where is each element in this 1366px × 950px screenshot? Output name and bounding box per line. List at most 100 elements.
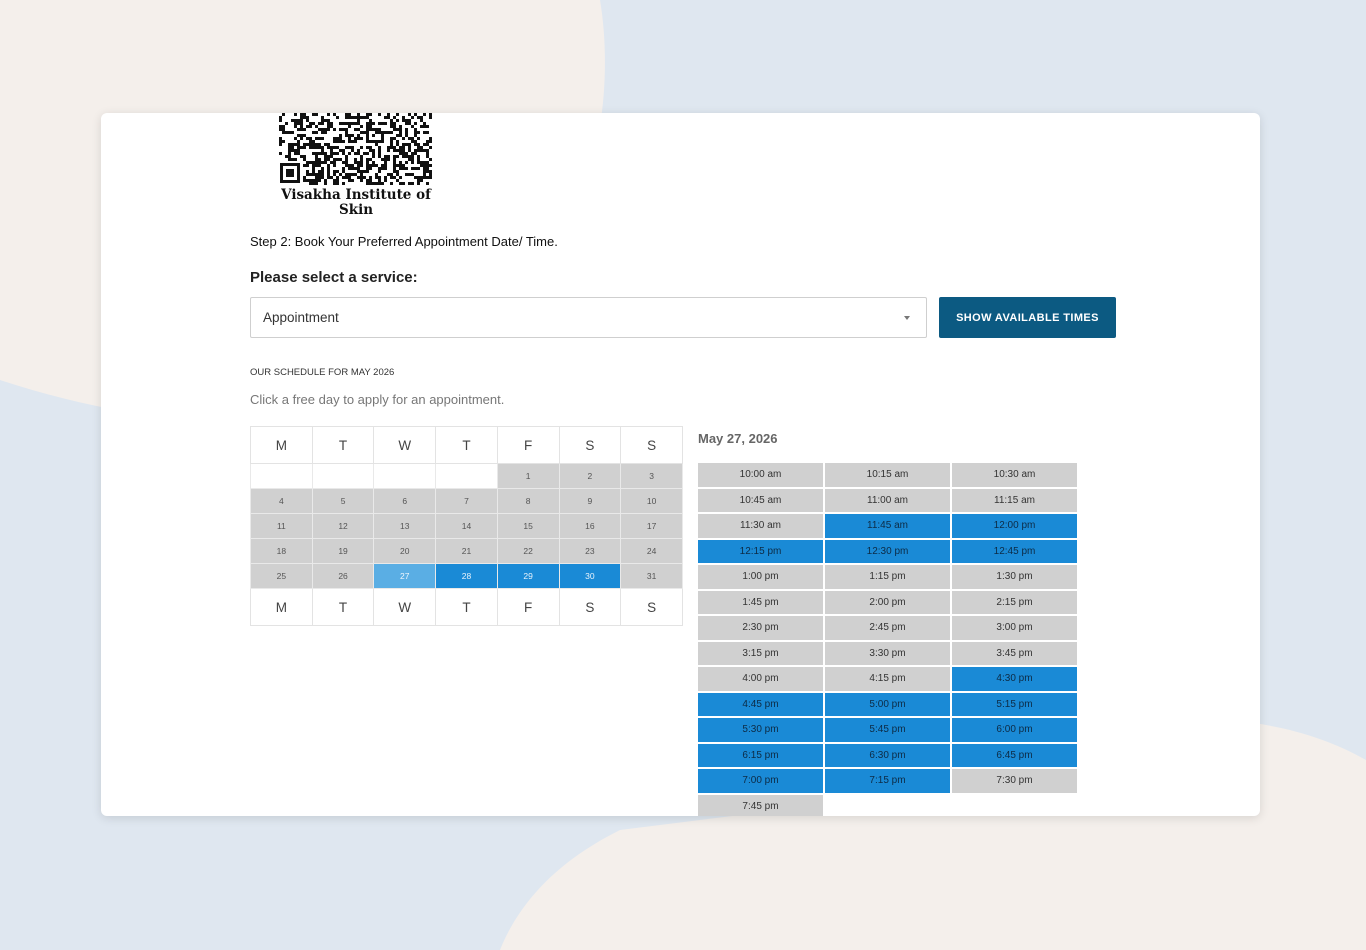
service-select[interactable]: Appointment [250,297,927,338]
calendar-day-23: 23 [558,538,622,564]
weekday-label: T [435,426,498,464]
calendar-day-10: 10 [620,488,683,514]
time-slot[interactable]: 5:00 pm [825,692,950,716]
calendar-day-17: 17 [620,513,683,539]
calendar-day-29[interactable]: 29 [496,563,560,589]
calendar-week-row: 25 26 27 28 29 30 31 [250,563,683,589]
calendar-day-18: 18 [250,538,313,564]
weekday-label: W [373,426,437,464]
calendar-day-11: 11 [250,513,313,539]
selected-date-heading: May 27, 2026 [698,431,778,446]
time-slot[interactable]: 5:15 pm [952,692,1077,716]
calendar-week-row: 4 5 6 7 8 9 10 [250,488,683,514]
time-slot[interactable]: 4:45 pm [698,692,823,716]
time-slot: 10:45 am [698,488,823,512]
time-slot: 10:30 am [952,463,1077,487]
calendar-empty-cell [435,463,498,489]
calendar-day-9: 9 [558,488,622,514]
time-slot[interactable]: 6:30 pm [825,743,950,767]
weekday-label: S [558,426,622,464]
time-slot[interactable]: 12:45 pm [952,539,1077,563]
calendar-day-7: 7 [435,488,498,514]
time-slot: 1:00 pm [698,565,823,589]
clinic-name: Visakha Institute of Skin [281,187,431,218]
calendar-day-21: 21 [435,538,498,564]
calendar-day-13: 13 [373,513,437,539]
calendar-empty-cell [250,463,313,489]
time-slot: 10:00 am [698,463,823,487]
calendar-day-6: 6 [373,488,437,514]
time-slot: 11:30 am [698,514,823,538]
time-slot[interactable]: 4:30 pm [952,667,1077,691]
time-slot: 3:00 pm [952,616,1077,640]
weekday-footer-row: MTWTFSS [250,588,683,626]
calendar-day-20: 20 [373,538,437,564]
time-slot[interactable]: 5:45 pm [825,718,950,742]
time-slot[interactable]: 12:30 pm [825,539,950,563]
weekday-label: W [373,588,437,626]
weekday-label: T [311,426,375,464]
calendar-day-12: 12 [311,513,375,539]
service-label: Please select a service: [250,269,418,286]
calendar-day-19: 19 [311,538,375,564]
weekday-header-row: MTWTFSS [250,426,683,464]
calendar-day-22: 22 [496,538,560,564]
time-slot-grid: 10:00 am 10:15 am 10:30 am 10:45 am 11:00 am… [698,463,1078,816]
time-slot[interactable]: 12:15 pm [698,539,823,563]
calendar-week-row: 18 19 20 21 22 23 24 [250,538,683,564]
calendar-day-4: 4 [250,488,313,514]
weekday-label: M [250,426,313,464]
weekday-label: F [496,426,560,464]
calendar-day-31: 31 [620,563,683,589]
time-slot[interactable]: 7:00 pm [698,769,823,793]
calendar-instruction: Click a free day to apply for an appoint… [250,392,505,407]
time-slot: 1:45 pm [698,590,823,614]
weekday-label: F [496,588,560,626]
calendar-day-5: 5 [311,488,375,514]
weekday-label: S [620,426,683,464]
time-slot: 2:30 pm [698,616,823,640]
time-slot[interactable]: 6:45 pm [952,743,1077,767]
calendar-day-30[interactable]: 30 [558,563,622,589]
calendar-day-16: 16 [558,513,622,539]
calendar-day-1: 1 [496,463,560,489]
time-slot: 3:15 pm [698,641,823,665]
calendar-day-26: 26 [311,563,375,589]
time-slot: 4:00 pm [698,667,823,691]
calendar-empty-cell [311,463,375,489]
service-select-value: Appointment [263,310,339,325]
weekday-label: S [620,588,683,626]
time-slot: 4:15 pm [825,667,950,691]
calendar-day-27[interactable]: 27 [373,563,437,589]
calendar-day-3: 3 [620,463,683,489]
time-slot[interactable]: 5:30 pm [698,718,823,742]
weekday-label: T [435,588,498,626]
calendar-day-28[interactable]: 28 [435,563,498,589]
time-slot: 2:00 pm [825,590,950,614]
booking-card: Visakha Institute of Skin Step 2: Book Y… [101,113,1260,816]
calendar-empty-cell [373,463,437,489]
time-slot: 2:15 pm [952,590,1077,614]
month-calendar: MTWTFSS 1 2 3 4 5 6 7 8 9 10 11 12 13 14 15 16 17 18 19 20 2… [250,426,683,626]
show-available-times-button[interactable]: SHOW AVAILABLE TIMES [939,297,1116,338]
time-slot: 11:15 am [952,488,1077,512]
calendar-day-15: 15 [496,513,560,539]
calendar-day-25: 25 [250,563,313,589]
time-slot[interactable]: 6:00 pm [952,718,1077,742]
time-slot: 10:15 am [825,463,950,487]
time-slot: 7:30 pm [952,769,1077,793]
calendar-day-2: 2 [558,463,622,489]
time-slot[interactable]: 6:15 pm [698,743,823,767]
time-slot: 3:45 pm [952,641,1077,665]
time-slot[interactable]: 7:15 pm [825,769,950,793]
schedule-heading: OUR SCHEDULE FOR MAY 2026 [250,367,395,378]
calendar-week-row: 123 [250,463,683,489]
calendar-day-24: 24 [620,538,683,564]
weekday-label: T [311,588,375,626]
time-slot[interactable]: 12:00 pm [952,514,1077,538]
time-slot: 1:15 pm [825,565,950,589]
calendar-day-14: 14 [435,513,498,539]
time-slot[interactable]: 11:45 am [825,514,950,538]
time-slot: 2:45 pm [825,616,950,640]
weekday-label: M [250,588,313,626]
